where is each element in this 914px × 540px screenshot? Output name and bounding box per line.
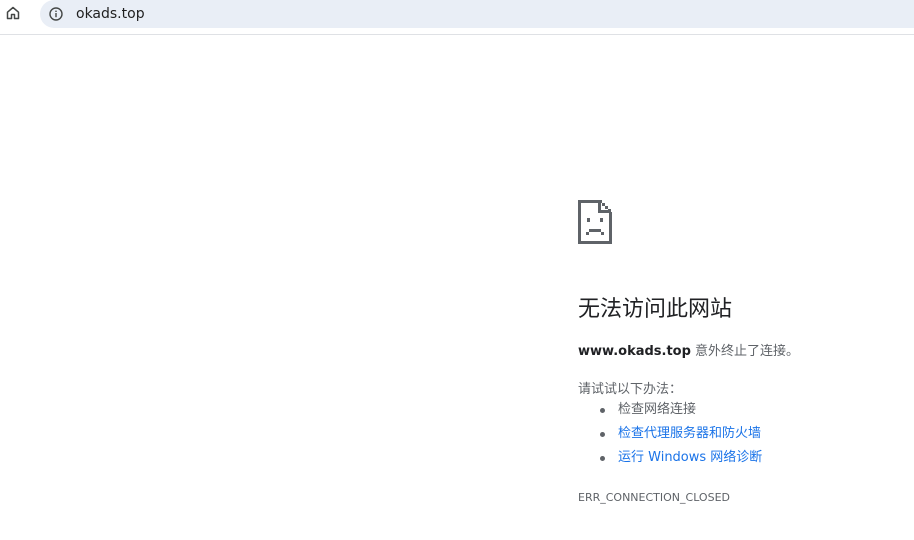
bullet (600, 432, 605, 437)
address-bar[interactable]: okads.top (40, 0, 914, 28)
home-button[interactable] (3, 3, 23, 23)
suggestion-check-proxy[interactable]: 检查代理服务器和防火墙 (578, 424, 762, 448)
suggestions-heading: 请试试以下办法： (578, 382, 683, 397)
suggestion-run-diagnostics[interactable]: 运行 Windows 网络诊断 (578, 448, 762, 472)
error-description: www.okads.top 意外终止了连接。 (578, 340, 799, 359)
suggestions-list: 检查网络连接 检查代理服务器和防火墙 运行 Windows 网络诊断 (578, 400, 762, 472)
sad-page-icon (578, 200, 612, 244)
error-message: 意外终止了连接。 (690, 344, 800, 359)
suggestion-link-proxy[interactable]: 检查代理服务器和防火墙 (618, 426, 761, 441)
suggestion-check-network: 检查网络连接 (578, 400, 762, 424)
url-text[interactable]: okads.top (76, 5, 145, 23)
error-host: www.okads.top (578, 344, 691, 359)
bullet (600, 456, 605, 461)
error-title: 无法访问此网站 (578, 297, 733, 322)
info-icon (49, 7, 63, 21)
suggestion-label: 检查网络连接 (618, 402, 697, 417)
home-icon (6, 6, 20, 20)
error-page: 无法访问此网站 www.okads.top 意外终止了连接。 请试试以下办法： … (578, 200, 898, 504)
suggestion-link-diagnostics[interactable]: 运行 Windows 网络诊断 (618, 450, 762, 465)
browser-toolbar: okads.top (0, 0, 914, 35)
site-info-button[interactable] (48, 6, 64, 22)
bullet (600, 408, 605, 413)
error-code: ERR_CONNECTION_CLOSED (578, 491, 730, 504)
